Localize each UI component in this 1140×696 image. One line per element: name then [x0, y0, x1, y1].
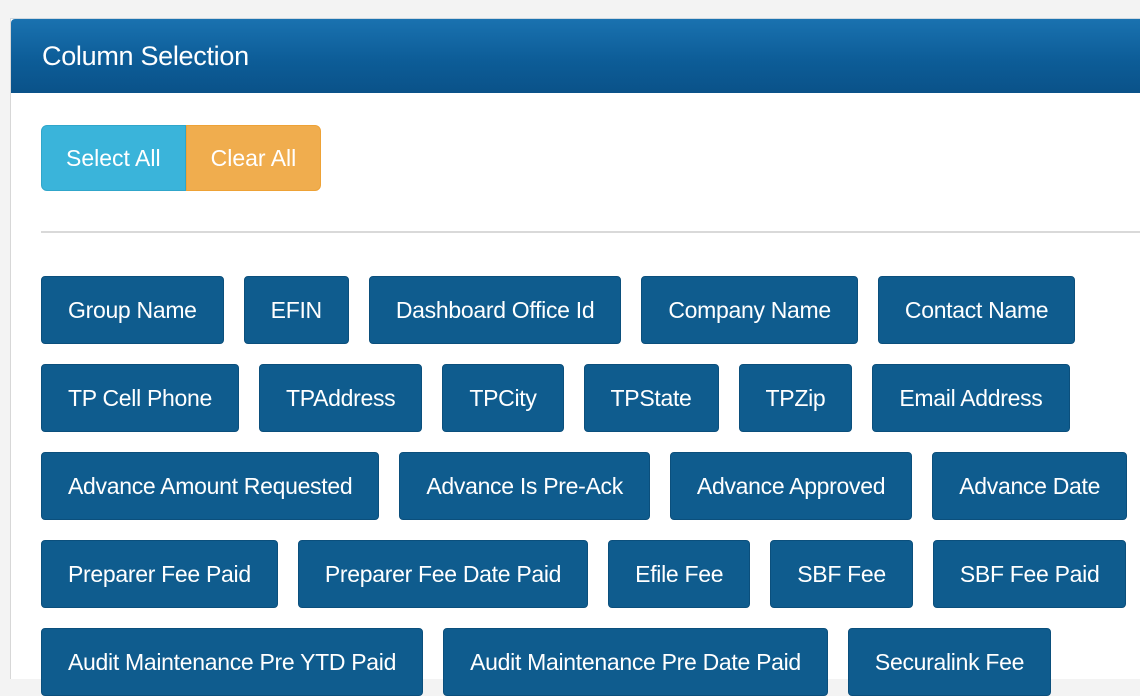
- column-toggle-sbf-fee[interactable]: SBF Fee: [770, 540, 913, 608]
- column-toggle-advance-approved[interactable]: Advance Approved: [669, 452, 913, 520]
- column-row-5: Audit Maintenance Pre YTD Paid Audit Mai…: [41, 628, 1071, 696]
- column-toggle-company-name[interactable]: Company Name: [641, 276, 858, 344]
- column-toggle-advance-date[interactable]: Advance Date: [932, 452, 1128, 520]
- column-toggle-email-address[interactable]: Email Address: [872, 364, 1070, 432]
- column-toggle-tp-cell-phone[interactable]: TP Cell Phone: [41, 364, 239, 432]
- column-row-4: Preparer Fee Paid Preparer Fee Date Paid…: [41, 540, 1140, 608]
- column-toggle-advance-is-pre-ack[interactable]: Advance Is Pre-Ack: [399, 452, 650, 520]
- column-row-3: Advance Amount Requested Advance Is Pre-…: [41, 452, 1140, 520]
- column-toggle-advance-amount-requested[interactable]: Advance Amount Requested: [41, 452, 380, 520]
- column-toggle-tpaddress[interactable]: TPAddress: [258, 364, 423, 432]
- panel-header: Column Selection: [11, 19, 1140, 93]
- selection-button-group: Select All Clear All: [41, 125, 322, 191]
- column-toggle-sbf-fee-paid[interactable]: SBF Fee Paid: [932, 540, 1127, 608]
- select-all-button[interactable]: Select All: [41, 125, 186, 191]
- column-toggle-preparer-fee-date-paid[interactable]: Preparer Fee Date Paid: [297, 540, 589, 608]
- column-selection-panel: Column Selection Select All Clear All Gr…: [10, 18, 1140, 696]
- column-toggle-dashboard-office-id[interactable]: Dashboard Office Id: [368, 276, 622, 344]
- column-toggle-group-name[interactable]: Group Name: [41, 276, 224, 344]
- column-toggle-tpzip[interactable]: TPZip: [738, 364, 853, 432]
- clear-all-button[interactable]: Clear All: [185, 125, 322, 191]
- column-toggle-preparer-fee-paid[interactable]: Preparer Fee Paid: [41, 540, 278, 608]
- column-toggle-audit-maintenance-pre-date-paid[interactable]: Audit Maintenance Pre Date Paid: [443, 628, 828, 696]
- panel-title: Column Selection: [42, 40, 249, 71]
- column-toggle-tpcity[interactable]: TPCity: [442, 364, 564, 432]
- column-row-1: Group Name EFIN Dashboard Office Id Comp…: [41, 276, 1095, 344]
- column-toggle-efin[interactable]: EFIN: [243, 276, 349, 344]
- column-toggle-audit-maintenance-pre-ytd-paid[interactable]: Audit Maintenance Pre YTD Paid: [41, 628, 424, 696]
- column-toggle-efile-fee[interactable]: Efile Fee: [608, 540, 751, 608]
- divider: [41, 231, 1140, 233]
- column-row-2: TP Cell Phone TPAddress TPCity TPState T…: [41, 364, 1090, 432]
- column-toggle-securalink-fee[interactable]: Securalink Fee: [847, 628, 1052, 696]
- column-toggle-contact-name[interactable]: Contact Name: [877, 276, 1076, 344]
- column-toggle-tpstate[interactable]: TPState: [583, 364, 719, 432]
